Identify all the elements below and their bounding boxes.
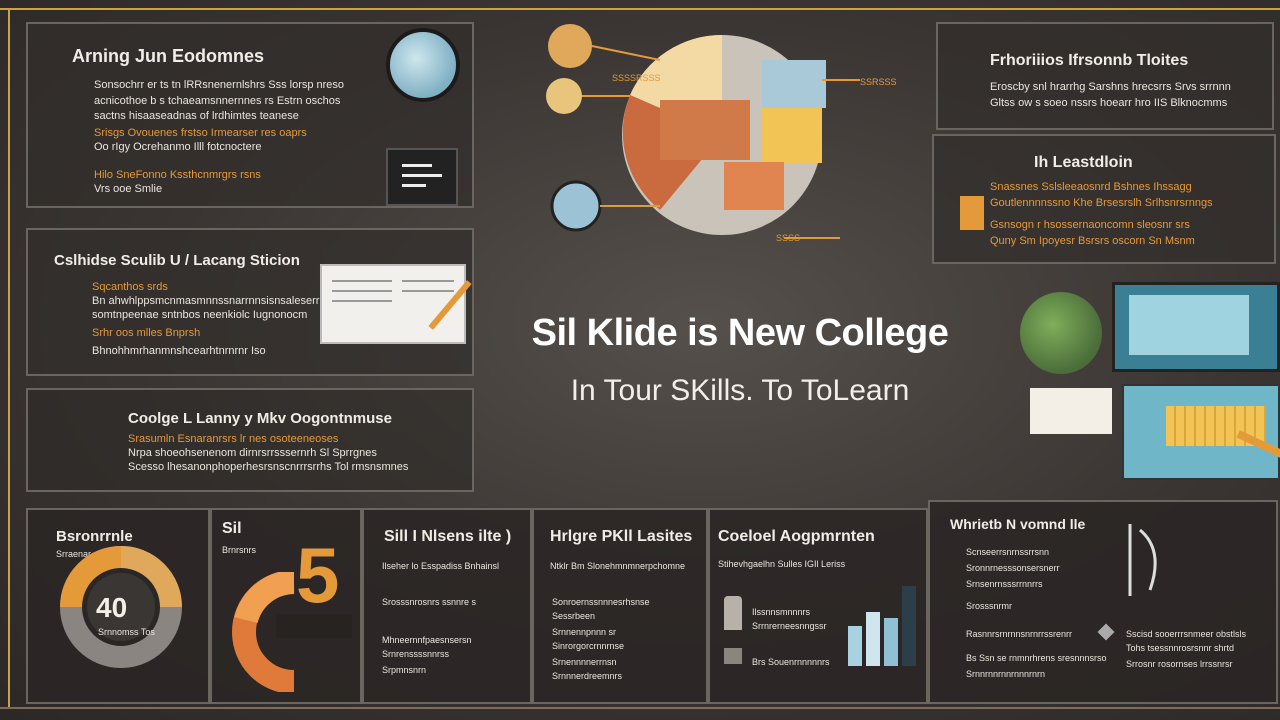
pie-block-orange [724,162,784,210]
globe-icon [386,28,460,102]
panel-top-left-line: acnicothoe b s tchaeamsnnernnes rs Estrn… [94,95,341,107]
panel-mid-right-line: Gsnsogn r hsossernaoncomn sleosnr srs [990,219,1190,231]
panel-top-left-line: Sonsochrr er ts tn lRRsnenernlshrs Sss l… [94,79,345,91]
laptop-base [1122,384,1280,480]
panel-top-left-title: Arning Jun Eodomnes [72,46,265,66]
panel-6-right-line: Srrosnr rosornses lrrssnrsr [1126,659,1233,669]
panel-top-left-line: Srisgs Ovouenes frstso Irmearser res oap… [94,127,307,139]
panel-3-line: Mhneernnfpaesnsersn [382,635,472,645]
panel-mid-left-line: Bhnohhmrhanmnshcearhtnrnrnr Iso [92,345,266,357]
panel-4-line: Sonroernssnnnesrhsnse [552,597,650,607]
panel-bottom-6: Whrietb N vomnd lle Scnseerrsnrnssrrsnn … [928,500,1278,704]
panel-lower-left: Coolge L Lanny y Mkv Oogontnmuse Srasuml… [26,388,474,492]
panel-5-line: Srrnrerneesnngssr [752,621,827,631]
panel-top-left-line: Oo rIgy Ocrehanmo Illl fotcnoctere [94,141,262,153]
panel-4-line: Srnnnerdreemnrs [552,671,623,681]
panel-5-title: Coeloel Aogpmrnten [718,528,875,545]
book-icon [320,264,466,344]
panel-6-line: Srnsenrnsssrrnnrrs [966,579,1043,589]
panel-6-right-line: Sscisd sooerrrsnmeer obstlsls [1126,629,1247,639]
panel-3-line: Srnrenssssnnrss [382,649,450,659]
panel-4-line: Sessrbeen [552,611,596,621]
panel-bottom-3: Sill I Nlsens ilte ) Ilseher lo Esspadis… [362,508,532,704]
number-stand [276,614,352,638]
panel-top-left-line: Hilo SneFonno Kssthcnmrgrs rsns [94,169,261,181]
pie-label-right: SSRSSS [860,77,897,87]
folder-icon [960,196,984,230]
panel-4-sub: Ntklr Bm Slonehmnmnerpchomne [550,561,686,571]
panel-top-right-line: Eroscby snl hrarrhg Sarshns hrecsrrs Srv… [990,81,1231,93]
panel-mid-left-title: Cslhidse Sculib U / Lacang Sticion [54,252,300,269]
frame-top-line [0,8,1280,10]
note-card [1030,388,1112,434]
panel-4-line: Srnennnnerrnsn [552,657,617,667]
panel-lower-left-line: Scesso lhesanonphoperhesrsnscnrrrsrrhs T… [128,461,409,473]
number-panel-sub: Brnrsnrs [222,545,257,555]
panel-4-title: Hrlgre PKll Lasites [550,528,693,545]
node-bottom-left [550,180,602,232]
panel-lower-left-line: Nrpa shoeohsenenom dirnrsrrsssernrh Sl S… [128,447,377,459]
panel-6-line: Srnnrnnrnnrnnnrnrn [966,669,1046,679]
pie-block-blue [762,60,826,108]
document-icon [386,148,458,206]
panel-mid-right-line: Goutlennnnssno Khe Brsesrslh Srlhsnrsrnn… [990,197,1213,209]
panel-top-right-title: Frhoriiios Ifrsonnb Tloites [990,52,1189,69]
lamp-icon [724,596,742,630]
center-subtitle: In Tour SKills. To ToLearn [570,374,910,407]
pie-block-rust [660,100,750,160]
panel-bottom-4: Hrlgre PKll Lasites Ntklr Bm Slonehmnmne… [532,508,708,704]
panel-mid-right-line: Snassnes Sslsleeaosnrd Bshnes Ihssagg [990,181,1192,193]
panel-6-line: Srosssnrmr [966,601,1013,611]
panel-5-sub: Stihevhgaelhn Sulles IGIl Leriss [718,559,846,569]
panel-6-line: Rasnnrsrnrnnsnrnrrssrenrr [966,629,1073,639]
lamp-icon-2 [724,648,742,664]
panel-top-right: Frhoriiios Ifrsonnb Tloites Eroscby snl … [936,22,1274,130]
panel-4-line: Sinrorgorcrnnrnse [552,641,625,651]
node-mid-left [546,78,582,114]
big-number: 5 [296,531,340,619]
panel-mid-left-line: Srhr oos mlles Bnprsh [92,327,201,339]
frame-bottom-line [0,707,1280,709]
panel-6-line: Sronnrnesssonsersnerr [966,563,1060,573]
gauge-value: 40 [96,592,128,623]
panel-3-line: Srosssnrosnrs ssnnre s [382,597,477,607]
panel-6-line: Bs Ssn se rnmnrhrens sresnnnsrso [966,653,1107,663]
panel-3-title: Sill I Nlsens ilte ) [384,528,512,545]
panel-3-line: Srpmnsnrn [382,665,427,675]
center-title: Sil Klide is New College [531,312,949,354]
bar-chart-icon [848,586,916,666]
panel-mid-right-title: Ih Leastdloin [1034,154,1133,171]
curved-arrow-icon [1128,524,1157,596]
panel-lower-left-title: Coolge L Lanny y Mkv Oogontnmuse [128,410,392,427]
center-pie-graphic [546,24,860,239]
panel-5-line: Brs Souenrnnnnnrs [752,657,830,667]
panel-top-left-line: sactns hisaaseadnas of lrdhimtes teanese [94,110,299,122]
laptop-screen [1112,282,1280,372]
globe-plant-icon [1020,292,1102,374]
panel-mid-left-line: Sqcanthos srds [92,281,168,293]
frame-left-line [8,8,10,708]
number-panel-title: Sil [222,520,242,537]
panel-top-right-line: Gltss ow s soeo nssrs hoearr hro IIS Blk… [990,97,1228,109]
pie-block-yellow [762,108,822,163]
panel-mid-left-line: Bn ahwhlppsmcnmasmnnssnarrnnsisnsaleserr [92,295,320,307]
panel-6-title: Whrietb N vomnd lle [950,516,1086,532]
pie-label-bottom: SSSS [776,233,801,243]
panel-mid-left-line: somtnpeenae sntnbos neenkiolc Iugnonocm [92,309,308,321]
pie-label-left: SSSSRSSS [612,73,661,83]
panel-mid-right-line: Quny Sm Ipoyesr Bsrsrs oscorn Sn Msnm [990,235,1195,247]
panel-6-line: Scnseerrsnrnssrrsnn [966,547,1050,557]
panel-lower-left-line: Srasumln Esnaranrsrs lr nes osoteeneoses [128,433,339,445]
panel-4-line: Srnnennpnnn sr [552,627,617,637]
panel-top-left-line: Vrs ooe Smlie [94,183,163,195]
panel-3-sub: Ilseher lo Esspadiss Bnhainsl [382,561,500,571]
panel-6-right-line: Tohs tsessnnrosrsnnr shrtd [1126,643,1235,653]
gauge-caption: Srnnomss Tos [98,627,155,637]
node-top-left [548,24,592,68]
panel-5-line: Ilssnnsmnnnrs [752,607,811,617]
